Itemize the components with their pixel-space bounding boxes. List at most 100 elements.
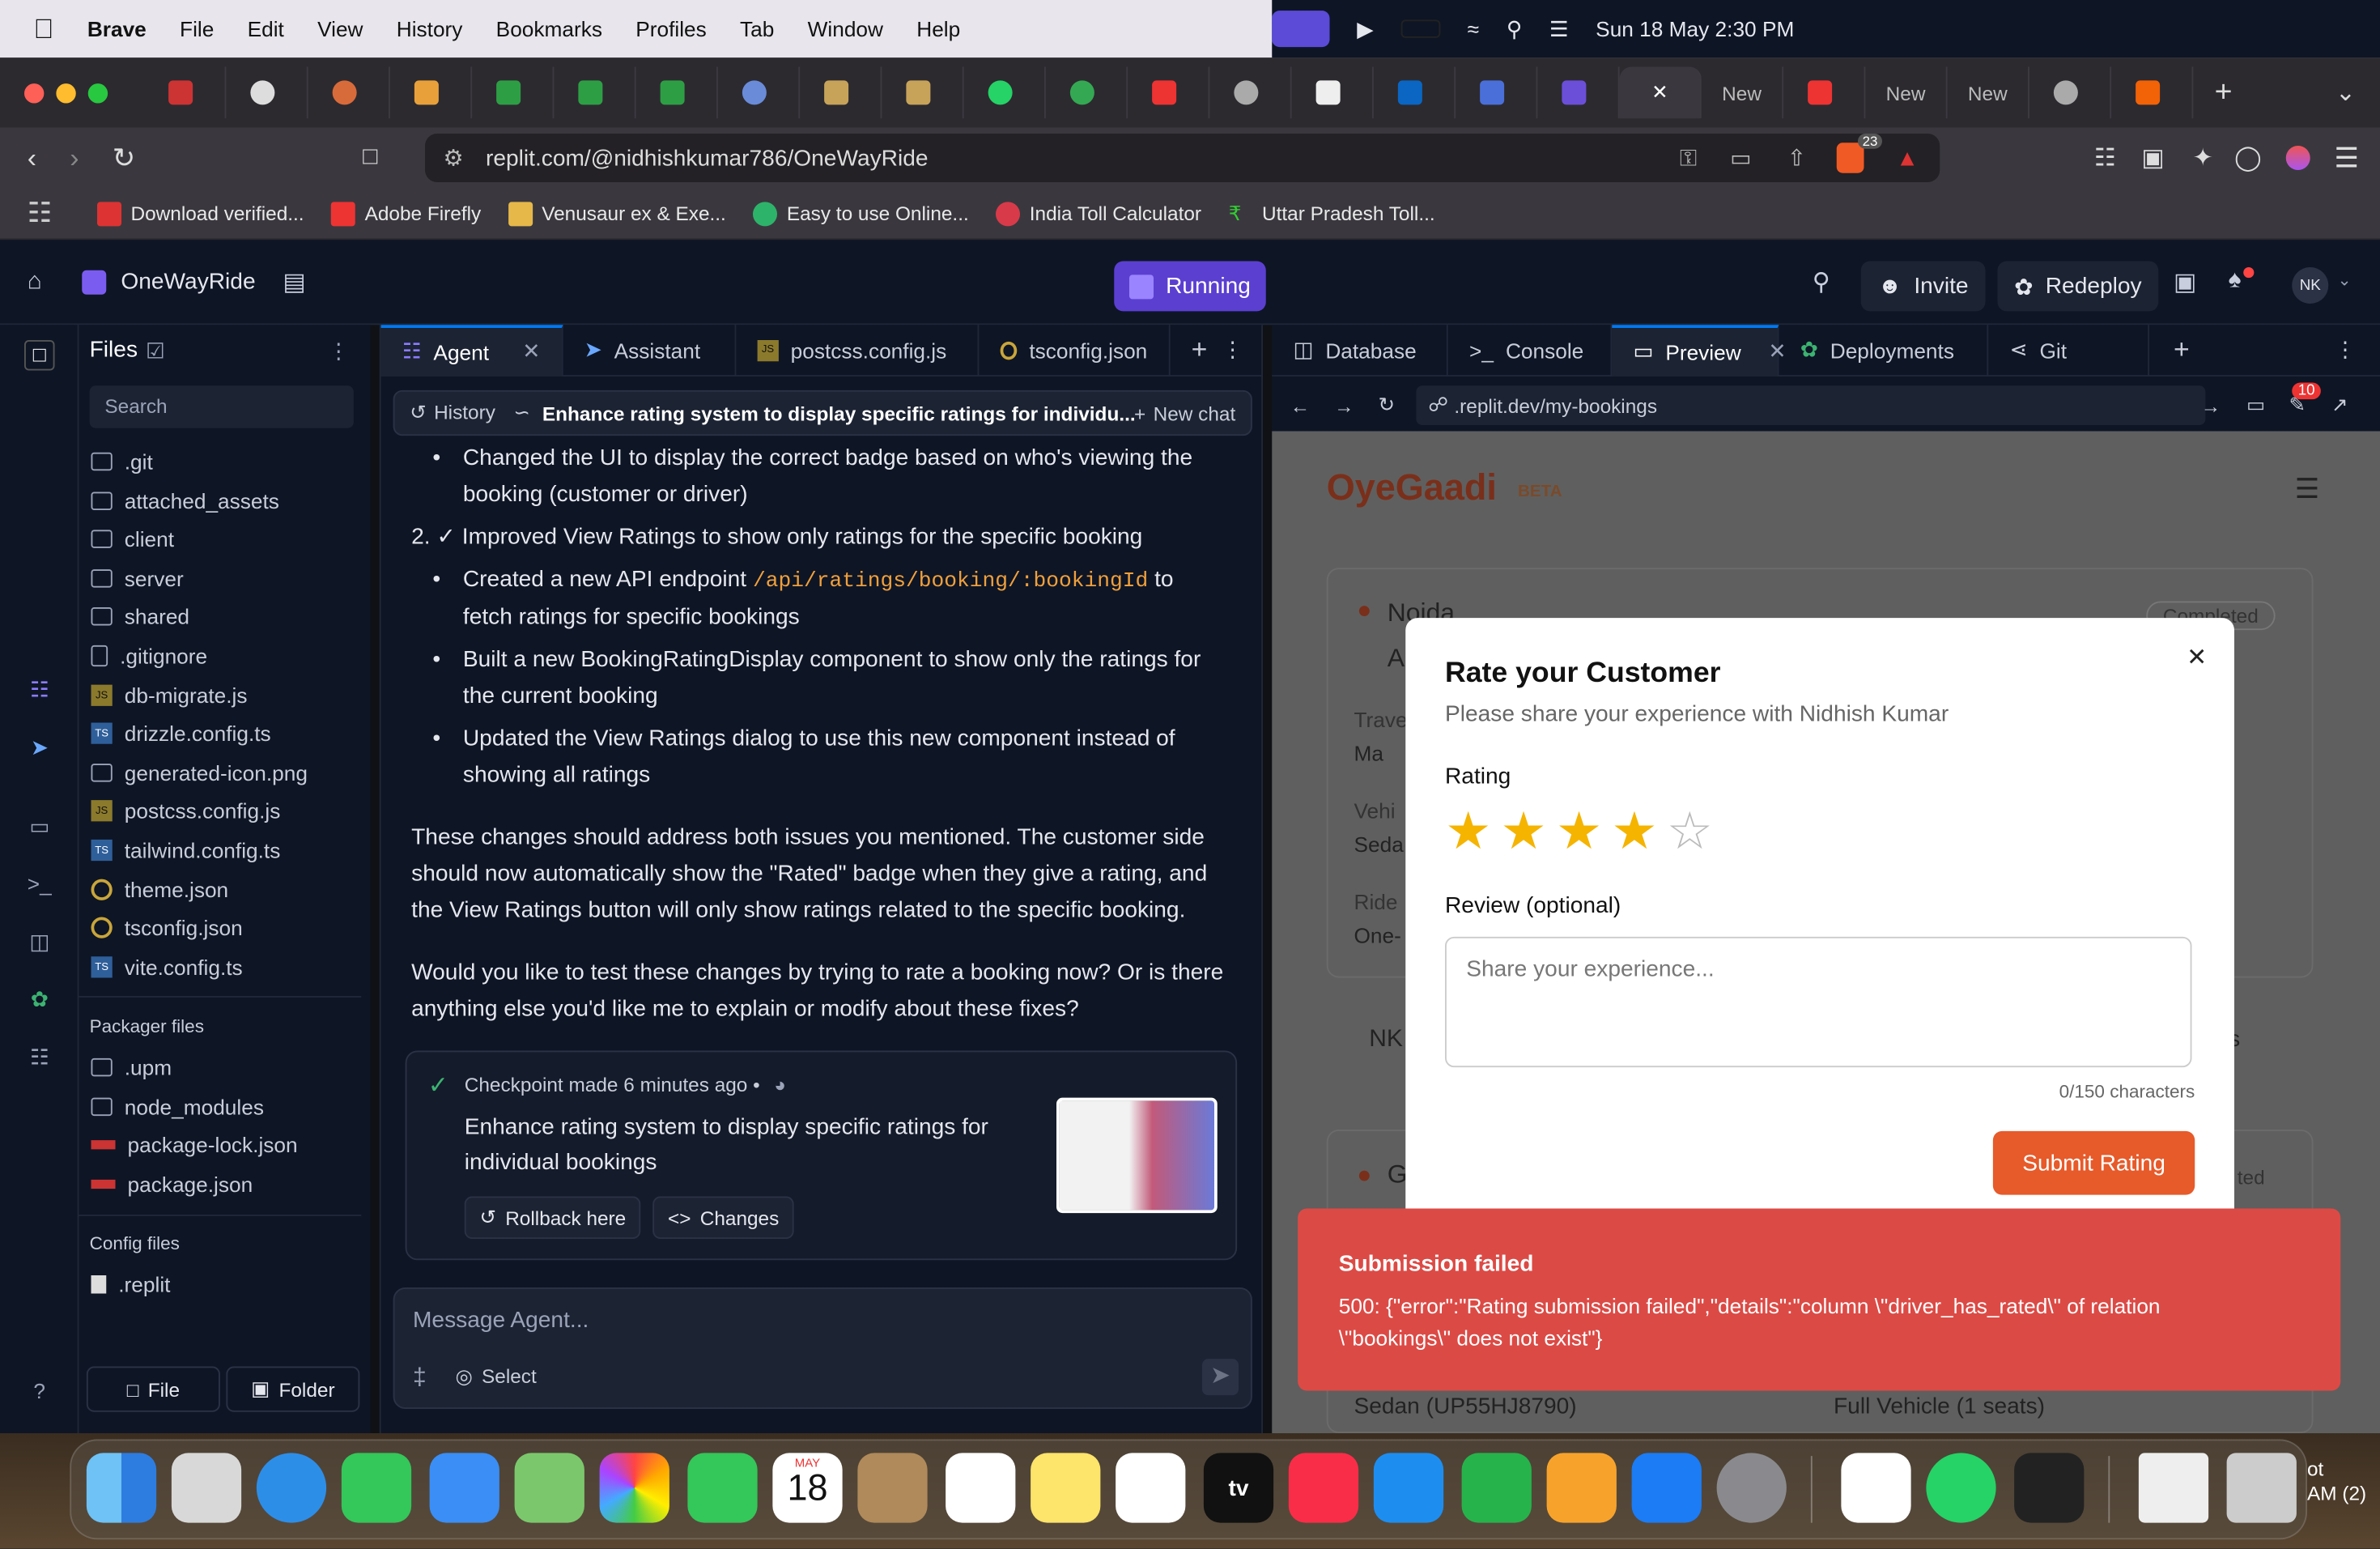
browser-tab[interactable]: New	[1865, 66, 1948, 119]
tab-git[interactable]: ⋖ Git	[1988, 324, 2149, 377]
menu-app-name[interactable]: Brave	[87, 17, 147, 41]
open-url-arrow-icon[interactable]: →	[2201, 394, 2221, 417]
file-item[interactable]: client	[91, 521, 174, 557]
tab-list-chevron-icon[interactable]: ⌄	[2335, 78, 2356, 109]
maximize-window-icon[interactable]	[87, 83, 108, 103]
home-icon[interactable]: ⌂	[28, 268, 42, 296]
close-tab-icon[interactable]: ✕	[1651, 80, 1668, 104]
address-bar[interactable]: ⚙ replit.com/@nidhishkumar786/OneWayRide…	[425, 134, 1940, 182]
file-item[interactable]: node_modules	[91, 1088, 264, 1125]
tab-tsconfig[interactable]: tsconfig.json	[979, 324, 1171, 377]
browser-tab[interactable]	[882, 66, 964, 119]
browser-tab[interactable]	[718, 66, 801, 119]
tab-postcss-config[interactable]: JS postcss.config.js	[736, 324, 980, 377]
new-tab-icon[interactable]: +	[2215, 75, 2233, 110]
menu-history[interactable]: History	[397, 17, 463, 41]
all-tools-icon[interactable]: ☷	[24, 1045, 55, 1075]
minimize-window-icon[interactable]	[56, 83, 76, 103]
reload-icon[interactable]: ↻	[1379, 394, 1395, 418]
browser-tab[interactable]	[1128, 66, 1210, 119]
bookmark-item[interactable]: Venusaur ex & Exe...	[508, 201, 726, 226]
device-icon[interactable]: ▭	[2246, 394, 2265, 418]
browser-tab[interactable]	[1783, 66, 1866, 119]
avatar[interactable]: NK	[2292, 267, 2329, 304]
review-textarea[interactable]: Share your experience...	[1445, 936, 2192, 1068]
new-chat-button[interactable]: + New chat	[1134, 402, 1235, 424]
send-icon[interactable]: ➤	[1202, 1359, 1239, 1396]
photos-icon[interactable]	[599, 1453, 669, 1523]
add-tab-icon[interactable]: +	[2174, 334, 2190, 366]
changes-button[interactable]: <> Changes	[652, 1196, 795, 1239]
menu-file[interactable]: File	[180, 17, 214, 41]
open-new-window-icon[interactable]: ↗	[2331, 394, 2348, 418]
brand-logo[interactable]: OyeGaadi	[1327, 468, 1497, 511]
file-item[interactable]: shared	[91, 598, 189, 635]
view-checkpoint-icon[interactable]: ◕	[774, 1074, 786, 1096]
downloads-stack-icon[interactable]	[2138, 1453, 2209, 1523]
star-icon[interactable]: ★	[1611, 803, 1657, 861]
tabs-menu-icon[interactable]: ⋮	[2335, 337, 2356, 363]
browser-tab[interactable]	[308, 66, 390, 119]
close-tab-icon[interactable]: ✕	[522, 338, 540, 364]
star-icon[interactable]: ★	[1500, 803, 1546, 861]
project-name[interactable]: OneWayRide	[121, 269, 255, 295]
reload-icon[interactable]: ↻	[113, 142, 135, 173]
file-item[interactable]: JS postcss.config.js	[91, 793, 280, 829]
tab-deployments[interactable]: ✿ Deployments	[1779, 324, 1989, 377]
browser-tab[interactable]	[1292, 66, 1374, 119]
bookmark-item[interactable]: Adobe Firefly	[331, 201, 481, 226]
notifications-bell-icon[interactable]: ♠	[2229, 267, 2242, 295]
rollback-button[interactable]: ↺ Rollback here	[464, 1196, 642, 1239]
files-tool-icon[interactable]: □	[24, 340, 55, 371]
browser-tab[interactable]	[964, 66, 1046, 119]
menu-help[interactable]: Help	[916, 17, 960, 41]
bookmark-item[interactable]: India Toll Calculator	[996, 201, 1201, 226]
bookmark-item[interactable]: Easy to use Online...	[753, 201, 969, 226]
forward-icon[interactable]: →	[1334, 394, 1354, 417]
assistant-tool-icon[interactable]: ➤	[24, 735, 55, 766]
tabs-menu-icon[interactable]: ⋮	[1222, 337, 1243, 363]
browser-tab[interactable]	[554, 66, 636, 119]
tab-assistant[interactable]: ➤ Assistant	[563, 324, 737, 377]
select-button[interactable]: ◎ Select	[456, 1365, 537, 1389]
bookmark-icon[interactable]: □	[363, 144, 377, 172]
battery-icon[interactable]	[1400, 19, 1440, 38]
thread-title[interactable]: Enhance rating system to display specifi…	[542, 402, 1136, 424]
share-icon[interactable]: ⇧	[1787, 144, 1807, 172]
wifi-icon[interactable]: ≈	[1468, 17, 1479, 41]
new-folder-button[interactable]: ▣ Folder	[226, 1366, 360, 1412]
preview-url-input[interactable]: ☍ .replit.dev/my-bookings	[1416, 385, 2206, 425]
file-item[interactable]: JS db-migrate.js	[91, 677, 247, 713]
browser-tab[interactable]: New	[1702, 66, 1784, 119]
project-info-icon[interactable]: ▤	[283, 266, 305, 297]
file-item[interactable]: .git	[91, 444, 153, 480]
message-agent-input[interactable]: Message Agent... ‡ ◎ Select ➤	[393, 1287, 1252, 1409]
file-item[interactable]: attached_assets	[91, 483, 279, 519]
activity-monitor-icon[interactable]	[2014, 1453, 2085, 1523]
new-file-button[interactable]: □ File	[86, 1366, 220, 1412]
back-icon[interactable]: ‹	[28, 142, 36, 173]
tab-database[interactable]: ◫ Database	[1272, 324, 1448, 377]
wallet-icon[interactable]: ▣	[2141, 143, 2164, 173]
avatar-chevron-icon[interactable]: ⌄	[2338, 270, 2352, 291]
checkpoint-thumbnail[interactable]	[1056, 1097, 1218, 1214]
vpn-icon[interactable]: ◯	[2234, 143, 2262, 173]
whatsapp-icon[interactable]	[1926, 1453, 1996, 1523]
pages-icon[interactable]	[1546, 1453, 1617, 1523]
play-icon[interactable]: ▶	[1357, 16, 1373, 42]
browser-tab[interactable]	[1537, 66, 1620, 119]
finder-icon[interactable]	[86, 1453, 157, 1523]
file-item[interactable]: tsconfig.json	[91, 909, 243, 946]
browser-tab[interactable]	[226, 66, 308, 119]
browser-tab[interactable]	[636, 66, 718, 119]
control-center-icon[interactable]: ☰	[1549, 16, 1569, 42]
apple-tv-icon[interactable]: tv	[1203, 1453, 1274, 1523]
messages-icon[interactable]	[341, 1453, 412, 1523]
search-icon[interactable]: ⚲	[1507, 16, 1522, 42]
bookmark-item[interactable]: Download verified...	[97, 201, 304, 226]
maps-icon[interactable]	[514, 1453, 584, 1523]
star-empty-icon[interactable]: ☆	[1667, 803, 1713, 861]
reminders-icon[interactable]	[946, 1453, 1016, 1523]
tab-console[interactable]: >_ Console	[1448, 324, 1613, 377]
preview-tool-icon[interactable]: ▭	[24, 814, 55, 845]
